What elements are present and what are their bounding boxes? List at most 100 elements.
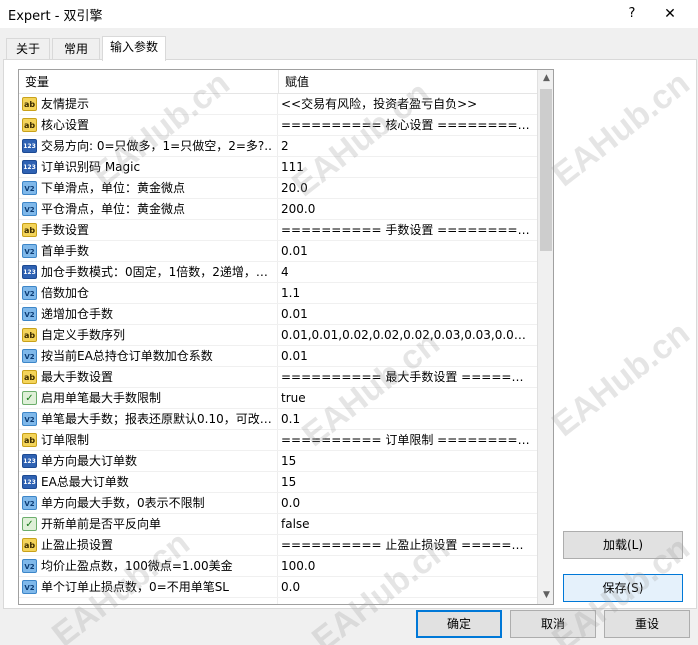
parameter-name: EA总最大订单数 [41,475,129,489]
integer-type-icon: 123 [22,160,37,174]
scroll-down-arrow-icon[interactable]: ▼ [538,587,553,604]
parameter-value[interactable]: 0.01,0.01,0.02,0.02,0.02,0.03,0.03,0.03,… [281,325,533,345]
save-button[interactable]: 保存(S) [563,574,683,602]
parameter-value[interactable]: 0.0 [281,577,533,597]
reset-button[interactable]: 重设 [604,610,690,638]
parameter-value[interactable]: 111 [281,157,533,177]
parameter-value[interactable]: 20.0 [281,178,533,198]
table-row[interactable]: ab 止盈止损设置 ========== 止盈止损设置 =======... [19,535,537,556]
parameter-value[interactable]: 0.1 [281,409,533,429]
table-row[interactable]: ab 核心设置 ========== 核心设置 ========== [19,115,537,136]
parameter-value[interactable]: 0.01 [281,241,533,261]
parameter-value[interactable]: 0.01 [281,304,533,324]
table-row[interactable]: V2 按当前EA总持仓订单数加仓系数 0.01 [19,346,537,367]
parameter-name: 下单滑点，单位：黄金微点 [41,181,186,195]
parameter-name: 开新单前是否平反向单 [41,517,162,531]
parameter-name: 最大手数设置 [41,370,114,384]
double-type-icon: V2 [22,244,37,258]
parameter-name: 订单限制 [41,433,90,447]
parameter-value[interactable]: 0.0 [281,493,533,513]
ok-button[interactable]: 确定 [416,610,502,638]
parameter-value[interactable]: 100.0 [281,556,533,576]
double-type-icon: V2 [22,412,37,426]
column-header-value[interactable]: 赋值 [279,70,537,94]
table-row[interactable]: ab 手数设置 ========== 手数设置 ========== [19,220,537,241]
load-button[interactable]: 加载(L) [563,531,683,559]
table-row[interactable]: V2 单笔最大手数；报表还原默认0.10，可改0... 0.1 [19,409,537,430]
integer-type-icon: 123 [22,454,37,468]
table-row[interactable]: 123 加仓手数模式：0固定，1倍数，2递增，3?.. 4 [19,262,537,283]
table-row[interactable]: ab 自定义手数序列 0.01,0.01,0.02,0.02,0.02,0.03,0… [19,325,537,346]
integer-type-icon: 123 [22,139,37,153]
vertical-scrollbar[interactable]: ▲ ▼ [537,70,553,604]
scroll-thumb[interactable] [540,89,552,251]
parameter-name: 单方向最大手数，0表示不限制 [41,496,205,510]
parameter-value[interactable]: 15 [281,451,533,471]
grid-rows: ab 友情提示 <<交易有风险，投资者盈亏自负>> ab 核心设置 ========== … [19,94,537,598]
parameter-value[interactable]: <<交易有风险，投资者盈亏自负>> [281,94,533,114]
tab-inputs[interactable]: 输入参数 [102,36,166,61]
table-row[interactable]: V2 首单手数 0.01 [19,241,537,262]
help-button[interactable]: ? [620,3,644,25]
title-bar: Expert - 双引擎 ? ✕ [0,0,698,28]
scroll-up-arrow-icon[interactable]: ▲ [538,70,553,87]
table-row[interactable]: ✓ 开新单前是否平反向单 false [19,514,537,535]
parameter-value[interactable]: 15 [281,472,533,492]
parameter-name: 核心设置 [41,118,90,132]
parameter-value[interactable]: false [281,514,533,534]
grid-header: 变量 赋值 [19,70,537,94]
table-row[interactable]: V2 倍数加仓 1.1 [19,283,537,304]
string-type-icon: ab [22,223,37,237]
parameter-name: 止盈止损设置 [41,538,114,552]
parameter-value[interactable]: 200.0 [281,199,533,219]
double-type-icon: V2 [22,307,37,321]
table-row[interactable]: 123 EA总最大订单数 15 [19,472,537,493]
tab-common[interactable]: 常用 [52,38,100,60]
parameter-value[interactable]: true [281,388,533,408]
table-row[interactable]: V2 单方向最大手数，0表示不限制 0.0 [19,493,537,514]
parameter-name: 单个订单止损点数，0=不用单笔SL [41,580,229,594]
column-header-variable[interactable]: 变量 [19,70,279,94]
parameter-value[interactable]: ========== 最大手数设置 =======... [281,367,533,387]
table-row[interactable]: V2 下单滑点，单位：黄金微点 20.0 [19,178,537,199]
table-row[interactable]: 123 订单识别码 Magic 111 [19,157,537,178]
close-button[interactable]: ✕ [658,3,682,25]
table-row[interactable]: ab 订单限制 ========== 订单限制 ========== [19,430,537,451]
parameter-value[interactable]: ========== 手数设置 ========== [281,220,533,240]
table-row[interactable]: 123 单方向最大订单数 15 [19,451,537,472]
parameter-name: 递增加仓手数 [41,307,114,321]
parameter-name: 均价止盈点数，100微点=1.00美金 [41,559,233,573]
parameter-name: 手数设置 [41,223,90,237]
parameter-value[interactable]: ========== 订单限制 ========== [281,430,533,450]
double-type-icon: V2 [22,202,37,216]
parameter-name: 加仓手数模式：0固定，1倍数，2递增，3?.. [41,265,275,279]
parameter-name: 交易方向: 0=只做多，1=只做空，2=多?.. [41,139,272,153]
double-type-icon: V2 [22,559,37,573]
parameter-value[interactable]: 4 [281,262,533,282]
string-type-icon: ab [22,433,37,447]
table-row[interactable]: ab 最大手数设置 ========== 最大手数设置 =======... [19,367,537,388]
table-row[interactable]: V2 单个订单止损点数，0=不用单笔SL 0.0 [19,577,537,598]
parameter-name: 首单手数 [41,244,90,258]
table-row[interactable]: ab 友情提示 <<交易有风险，投资者盈亏自负>> [19,94,537,115]
table-row[interactable]: V2 递增加仓手数 0.01 [19,304,537,325]
table-row[interactable]: V2 均价止盈点数，100微点=1.00美金 100.0 [19,556,537,577]
cancel-button[interactable]: 取消 [510,610,596,638]
double-type-icon: V2 [22,580,37,594]
string-type-icon: ab [22,370,37,384]
double-type-icon: V2 [22,181,37,195]
parameter-value[interactable]: 1.1 [281,283,533,303]
parameter-value[interactable]: ========== 止盈止损设置 =======... [281,535,533,555]
string-type-icon: ab [22,538,37,552]
parameter-name: 友情提示 [41,97,90,111]
table-row[interactable]: ✓ 启用单笔最大手数限制 true [19,388,537,409]
tab-about[interactable]: 关于 [6,38,50,60]
double-type-icon: V2 [22,496,37,510]
parameters-grid: 变量 赋值 ab 友情提示 <<交易有风险，投资者盈亏自负>> ab 核心设置 =====… [18,69,554,605]
double-type-icon: V2 [22,286,37,300]
parameter-value[interactable]: ========== 核心设置 ========== [281,115,533,135]
table-row[interactable]: V2 平仓滑点，单位：黄金微点 200.0 [19,199,537,220]
parameter-value[interactable]: 2 [281,136,533,156]
parameter-value[interactable]: 0.01 [281,346,533,366]
table-row[interactable]: 123 交易方向: 0=只做多，1=只做空，2=多?.. 2 [19,136,537,157]
